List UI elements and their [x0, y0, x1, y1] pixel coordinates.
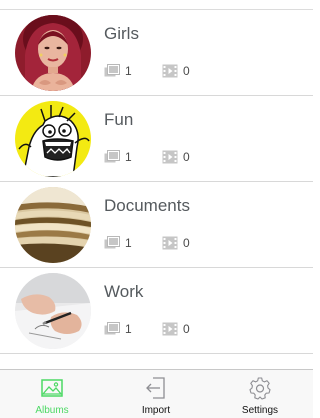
photos-icon — [104, 150, 120, 163]
album-stats: 1 0 — [104, 63, 304, 79]
album-name: Fun — [104, 110, 134, 129]
album-thumbnail-fun — [15, 101, 91, 177]
album-row-documents[interactable]: Documents 1 0 — [0, 182, 313, 268]
album-name: Girls — [104, 24, 139, 43]
video-icon — [162, 322, 178, 336]
import-icon — [146, 377, 165, 399]
video-count-value: 0 — [183, 236, 190, 250]
video-icon — [162, 236, 178, 250]
video-count-value: 0 — [183, 150, 190, 164]
album-name: Documents — [104, 196, 190, 215]
tab-settings[interactable]: Settings — [208, 370, 312, 418]
album-row-work[interactable]: Work 1 0 — [0, 268, 313, 354]
video-icon — [162, 64, 178, 78]
video-count-value: 0 — [183, 322, 190, 336]
photo-count-value: 1 — [125, 236, 132, 250]
photos-icon — [104, 236, 120, 249]
album-thumbnail-documents — [15, 187, 91, 263]
album-row-fun[interactable]: Fun 1 0 — [0, 96, 313, 182]
album-stats: 1 0 — [104, 321, 304, 337]
top-divider — [0, 0, 313, 10]
photos-icon — [104, 64, 120, 77]
tab-label: Albums — [35, 405, 69, 416]
tab-label: Import — [141, 405, 171, 416]
album-thumbnail-girls — [15, 15, 91, 91]
album-row-girls[interactable]: Girls 1 0 — [0, 10, 313, 96]
album-name: Work — [104, 282, 144, 301]
photos-icon — [104, 322, 120, 335]
tab-bar: Albums Import Settings — [0, 369, 313, 418]
album-thumbnail-work — [15, 273, 91, 349]
photo-count-value: 1 — [125, 322, 132, 336]
gear-icon — [249, 377, 271, 400]
album-stats: 1 0 — [104, 149, 304, 165]
video-count-value: 0 — [183, 64, 190, 78]
tab-label: Settings — [241, 405, 279, 416]
photo-count-value: 1 — [125, 150, 132, 164]
album-stats: 1 0 — [104, 235, 304, 251]
album-list: Girls 1 0 Fun 1 0 Documents 1 0 Work 1 0 — [0, 10, 313, 354]
video-icon — [162, 150, 178, 164]
image-icon — [41, 379, 63, 397]
tab-import[interactable]: Import — [104, 370, 208, 418]
tab-albums[interactable]: Albums — [0, 370, 104, 418]
photo-count-value: 1 — [125, 64, 132, 78]
